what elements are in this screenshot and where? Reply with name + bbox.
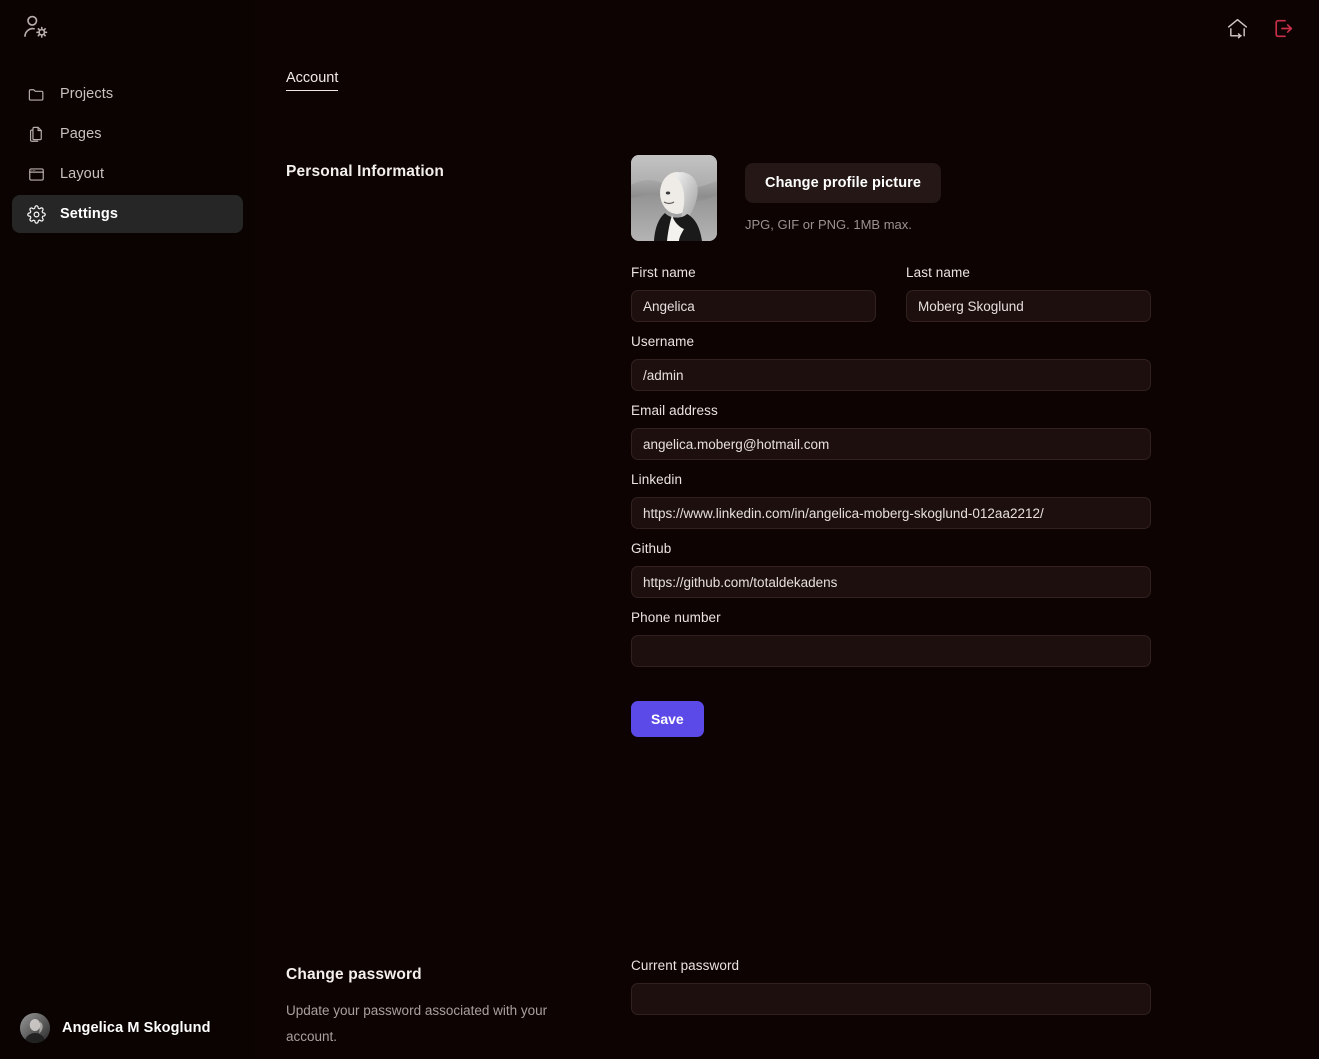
avatar	[20, 1013, 50, 1043]
first-name-label: First name	[631, 265, 696, 280]
phone-label: Phone number	[631, 610, 721, 625]
field-last-name: Last name	[906, 265, 1151, 322]
user-settings-glyph	[24, 15, 48, 38]
profile-picture-row: Change profile picture JPG, GIF or PNG. …	[631, 155, 1151, 241]
topbar-actions	[1223, 14, 1297, 42]
home-arrow-icon[interactable]	[1223, 14, 1251, 42]
change-password-form: Current password	[631, 958, 1151, 1051]
sidebar: Projects Pages Layout Settings Angelica …	[0, 0, 255, 1059]
page-title: Personal Information	[286, 163, 445, 180]
last-name-input[interactable]	[906, 290, 1151, 322]
change-profile-picture-button[interactable]: Change profile picture	[745, 163, 942, 203]
personal-information-form: Change profile picture JPG, GIF or PNG. …	[631, 155, 1151, 737]
profile-picture[interactable]	[631, 155, 717, 241]
profile-photo	[631, 155, 717, 241]
section-change-password: Change password Update your password ass…	[286, 958, 1319, 1051]
sidebar-item-label: Projects	[60, 86, 114, 102]
field-current-password: Current password	[631, 958, 1151, 1015]
main-content: Account Personal Information Change prof…	[255, 0, 1319, 1059]
last-name-label: Last name	[906, 265, 970, 280]
sidebar-item-label: Layout	[60, 166, 105, 182]
layout-icon	[26, 164, 46, 184]
phone-input[interactable]	[631, 635, 1151, 667]
email-field[interactable]	[631, 428, 1151, 460]
name-row: First name Last name	[631, 265, 1151, 322]
field-username: Username	[631, 334, 1151, 391]
change-password-title: Change password	[286, 966, 422, 983]
sidebar-user-name: Angelica M Skoglund	[62, 1020, 211, 1036]
pages-icon	[26, 124, 46, 144]
tab-account[interactable]: Account	[286, 70, 339, 91]
folder-icon	[26, 84, 46, 104]
settings-page: Projects Pages Layout Settings Angelica …	[0, 0, 1319, 1059]
email-label: Email address	[631, 403, 718, 418]
section-personal-information: Personal Information Change profile pict…	[286, 155, 1319, 737]
github-label: Github	[631, 541, 672, 556]
current-password-input[interactable]	[631, 983, 1151, 1015]
section-personal-label: Personal Information	[286, 155, 631, 737]
sidebar-item-layout[interactable]: Layout	[12, 155, 243, 193]
field-first-name: First name	[631, 265, 876, 322]
username-label: Username	[631, 334, 695, 349]
username-input[interactable]	[631, 359, 1151, 391]
logout-icon[interactable]	[1269, 14, 1297, 42]
linkedin-label: Linkedin	[631, 472, 683, 487]
current-password-label: Current password	[631, 958, 740, 973]
field-linkedin: Linkedin	[631, 472, 1151, 529]
avatar-photo	[20, 1013, 50, 1043]
section-change-password-label: Change password Update your password ass…	[286, 958, 631, 1051]
sidebar-item-projects[interactable]: Projects	[12, 75, 243, 113]
sidebar-nav: Projects Pages Layout Settings	[0, 75, 255, 235]
tabs: Account	[286, 70, 339, 91]
sidebar-item-settings[interactable]: Settings	[12, 195, 243, 233]
field-email: Email address	[631, 403, 1151, 460]
profile-picture-hint: JPG, GIF or PNG. 1MB max.	[745, 217, 912, 232]
linkedin-input[interactable]	[631, 497, 1151, 529]
profile-picture-actions: Change profile picture JPG, GIF or PNG. …	[745, 155, 942, 232]
github-input[interactable]	[631, 566, 1151, 598]
save-button[interactable]: Save	[631, 701, 704, 737]
user-settings-icon[interactable]	[18, 10, 54, 46]
sidebar-item-pages[interactable]: Pages	[12, 115, 243, 153]
sidebar-user[interactable]: Angelica M Skoglund	[0, 1005, 255, 1051]
change-password-description: Update your password associated with you…	[286, 1003, 548, 1045]
gear-icon	[26, 204, 46, 224]
field-github: Github	[631, 541, 1151, 598]
sidebar-item-label: Pages	[60, 126, 102, 142]
field-phone: Phone number	[631, 610, 1151, 667]
first-name-input[interactable]	[631, 290, 876, 322]
sidebar-item-label: Settings	[60, 206, 118, 222]
